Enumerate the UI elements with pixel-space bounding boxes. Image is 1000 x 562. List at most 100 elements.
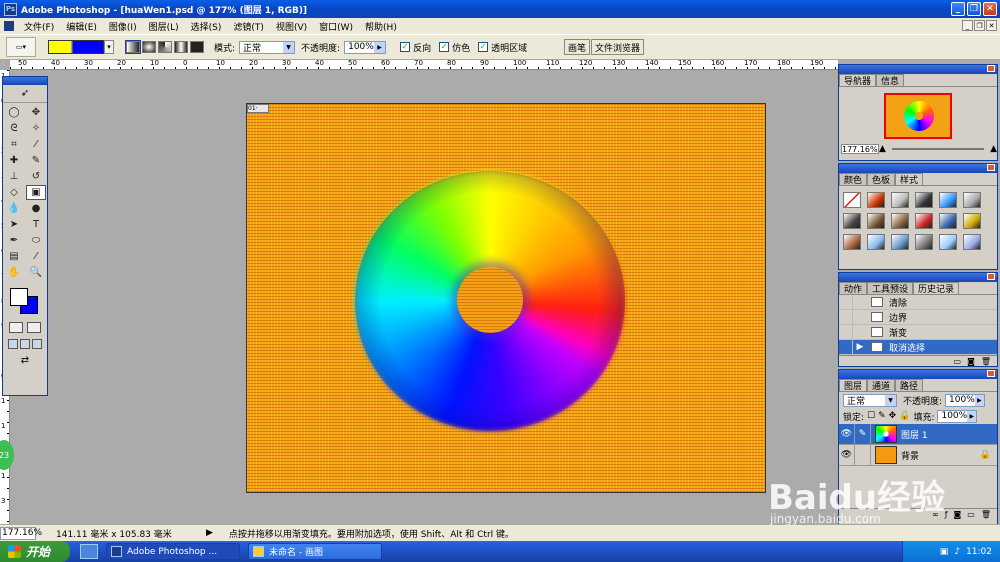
- style-swatch[interactable]: [891, 192, 909, 208]
- start-button[interactable]: 开始: [0, 541, 70, 562]
- screen-mode-standard[interactable]: [8, 339, 18, 349]
- history-brush-icon[interactable]: ↺: [26, 169, 46, 184]
- feather-logo-icon[interactable]: ➶: [3, 85, 47, 103]
- lock-all-icon[interactable]: 🔒: [899, 411, 910, 421]
- eyedropper-icon[interactable]: ⁄: [26, 249, 46, 264]
- palette-header[interactable]: [839, 370, 997, 379]
- menu-layer[interactable]: 图层(L): [143, 20, 185, 33]
- zoom-slider[interactable]: [891, 148, 985, 150]
- marquee-tool-icon[interactable]: ◯: [4, 105, 24, 120]
- palette-header[interactable]: [839, 273, 997, 282]
- style-swatch[interactable]: [963, 234, 981, 250]
- style-swatch[interactable]: [843, 213, 861, 229]
- status-zoom-field[interactable]: 177.16%: [0, 526, 42, 540]
- gradient-editor-swatch[interactable]: [48, 40, 104, 54]
- brush-link-icon[interactable]: [855, 444, 871, 466]
- palette-well-file-browser[interactable]: 文件浏览器: [590, 39, 644, 55]
- style-swatch[interactable]: [939, 213, 957, 229]
- tab-color[interactable]: 颜色: [839, 173, 868, 186]
- tool-preset-picker[interactable]: ▭▾: [6, 37, 36, 57]
- menu-image[interactable]: 图像(I): [103, 20, 143, 33]
- style-swatch[interactable]: [867, 234, 885, 250]
- zoom-out-icon[interactable]: ▲: [879, 144, 886, 154]
- document-tab[interactable]: 01·: [247, 104, 269, 113]
- healing-brush-icon[interactable]: ✚: [4, 153, 24, 168]
- palette-header[interactable]: [839, 65, 997, 74]
- restore-icon[interactable]: ❐: [967, 2, 981, 16]
- style-swatch[interactable]: [939, 234, 957, 250]
- zoom-in-icon[interactable]: ▲: [990, 144, 997, 154]
- snapshot-icon[interactable]: ◙: [967, 357, 975, 366]
- tab-swatches[interactable]: 色板: [867, 173, 896, 186]
- notes-tool-icon[interactable]: ▤: [4, 249, 24, 264]
- lock-position-icon[interactable]: ✥: [889, 411, 897, 421]
- style-swatch[interactable]: [915, 192, 933, 208]
- menu-file[interactable]: 文件(F): [18, 20, 60, 33]
- screen-mode-full[interactable]: [32, 339, 42, 349]
- close-icon[interactable]: [987, 164, 995, 171]
- palette-header[interactable]: [839, 164, 997, 173]
- doc-restore-icon[interactable]: ❐: [974, 20, 985, 31]
- move-tool-icon[interactable]: ✥: [26, 105, 46, 120]
- style-swatch[interactable]: [963, 213, 981, 229]
- layer-row[interactable]: 👁 ✎ 图层 1: [839, 423, 997, 445]
- history-item[interactable]: 边界: [839, 309, 997, 325]
- document-icon[interactable]: [4, 21, 14, 31]
- angle-gradient-button[interactable]: [158, 41, 172, 53]
- slice-tool-icon[interactable]: ⁄: [26, 137, 46, 152]
- style-swatch[interactable]: [963, 192, 981, 208]
- lock-pixels-icon[interactable]: ✎: [878, 411, 886, 421]
- mode-select[interactable]: 正常 ▼: [239, 40, 296, 54]
- menu-help[interactable]: 帮助(H): [359, 20, 403, 33]
- type-tool-icon[interactable]: T: [26, 217, 46, 232]
- menu-edit[interactable]: 编辑(E): [60, 20, 103, 33]
- dither-checkbox[interactable]: ✓ 仿色: [439, 41, 470, 54]
- style-swatch[interactable]: [915, 213, 933, 229]
- tab-history[interactable]: 历史记录: [913, 282, 960, 295]
- quick-launch-icon[interactable]: [80, 544, 98, 559]
- linear-gradient-button[interactable]: [125, 40, 141, 54]
- navigator-zoom-field[interactable]: 177.16%: [841, 144, 879, 154]
- add-style-icon[interactable]: ƒ: [945, 510, 948, 519]
- foreground-color-swatch[interactable]: [10, 288, 28, 306]
- close-icon[interactable]: ✕: [983, 2, 997, 16]
- style-swatch[interactable]: [891, 234, 909, 250]
- new-document-icon[interactable]: ▭: [954, 357, 962, 366]
- brush-link-icon[interactable]: ✎: [855, 423, 871, 445]
- brush-tool-icon[interactable]: ✎: [26, 153, 46, 168]
- reflected-gradient-button[interactable]: [174, 41, 188, 53]
- menu-window[interactable]: 窗口(W): [313, 20, 359, 33]
- tab-paths[interactable]: 路径: [895, 379, 924, 392]
- jump-to-imageready-icon[interactable]: ⇄: [3, 355, 47, 366]
- history-item[interactable]: ▶ 取消选择: [839, 339, 997, 355]
- diamond-gradient-button[interactable]: [190, 41, 204, 53]
- status-arrow-icon[interactable]: ▶: [206, 528, 213, 538]
- opacity-input[interactable]: 100% ▶: [344, 40, 387, 54]
- new-layer-icon[interactable]: ▭: [967, 510, 975, 519]
- close-icon[interactable]: [987, 273, 995, 280]
- doc-close-icon[interactable]: ✕: [986, 20, 997, 31]
- fill-input[interactable]: 100% ▶: [937, 409, 978, 423]
- layer-row[interactable]: 👁 背景 🔒: [839, 444, 997, 466]
- gradient-tool-icon[interactable]: ▣: [26, 185, 46, 200]
- lock-transparency-icon[interactable]: ☐: [867, 411, 875, 421]
- trash-icon[interactable]: 🗑: [981, 357, 991, 366]
- tab-layers[interactable]: 图层: [839, 379, 868, 392]
- screen-mode-full-menu[interactable]: [20, 339, 30, 349]
- history-item[interactable]: 渐变: [839, 324, 997, 340]
- pen-tool-icon[interactable]: ✒: [4, 233, 24, 248]
- add-mask-icon[interactable]: ◙: [954, 510, 962, 519]
- menu-filter[interactable]: 滤镜(T): [227, 20, 270, 33]
- style-swatch[interactable]: [891, 213, 909, 229]
- eye-icon[interactable]: 👁: [839, 423, 855, 445]
- minimize-icon[interactable]: _: [951, 2, 965, 16]
- blur-tool-icon[interactable]: 💧: [4, 201, 24, 216]
- shape-tool-icon[interactable]: ⬭: [26, 233, 46, 248]
- blend-mode-select[interactable]: 正常 ▼: [843, 393, 897, 407]
- transparency-checkbox[interactable]: ✓ 透明区域: [478, 41, 527, 54]
- document-canvas[interactable]: 01·: [246, 103, 766, 493]
- tab-channels[interactable]: 通道: [867, 379, 896, 392]
- hand-tool-icon[interactable]: ✋: [4, 265, 24, 280]
- palette-well-brushes[interactable]: 画笔: [563, 39, 590, 55]
- tray-volume-icon[interactable]: ♪: [954, 547, 960, 557]
